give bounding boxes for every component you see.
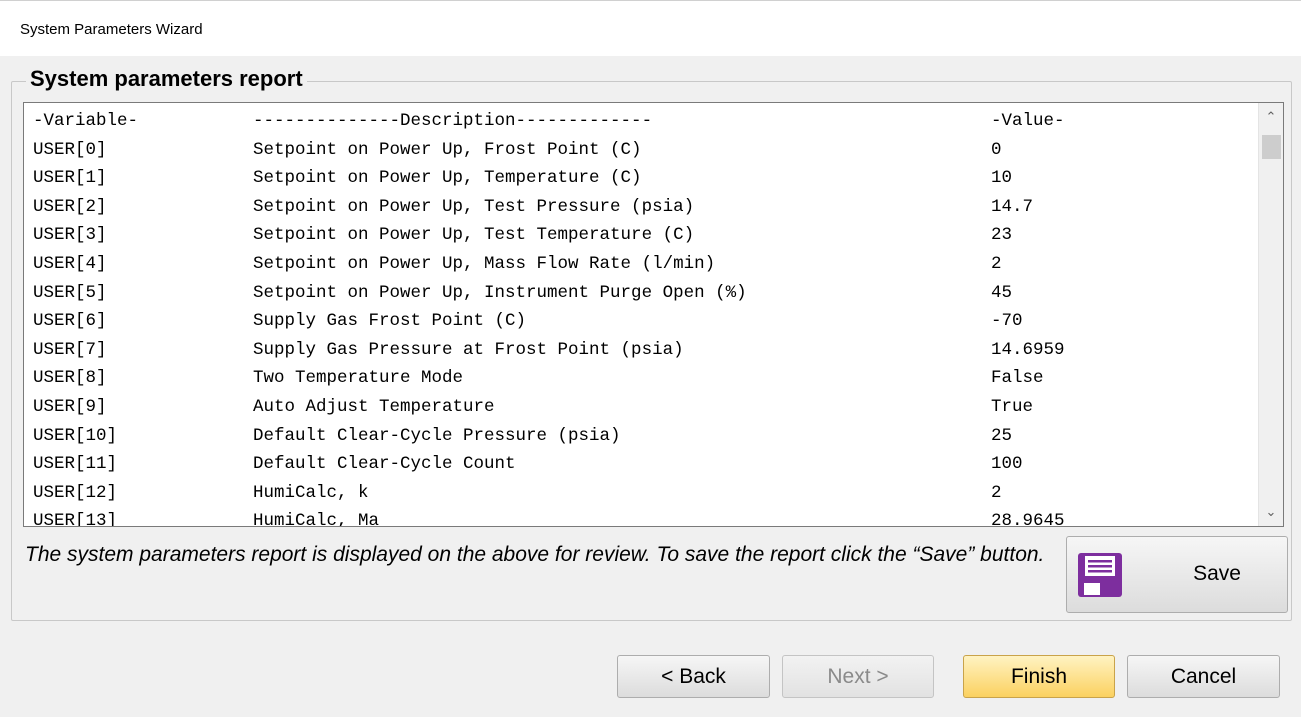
row-variable: USER[3] — [33, 225, 107, 246]
row-variable: USER[12] — [33, 482, 118, 503]
row-description: Setpoint on Power Up, Temperature (C) — [253, 168, 642, 189]
row-value: 14.6959 — [991, 339, 1065, 360]
back-button[interactable]: < Back — [617, 655, 770, 698]
row-variable: USER[10] — [33, 425, 118, 446]
report-textbox[interactable]: -Variable- --------------Description----… — [23, 102, 1284, 527]
row-value: 25 — [991, 425, 1013, 446]
report-row: USER[3] Setpoint on Power Up, Test Tempe… — [33, 221, 1253, 250]
row-description: Supply Gas Pressure at Frost Point (psia… — [253, 339, 684, 360]
row-description: HumiCalc, k — [253, 482, 369, 503]
row-variable: USER[4] — [33, 253, 107, 274]
row-value: False — [991, 368, 1044, 389]
header-description: --------------Description------------- — [253, 111, 653, 131]
finish-button[interactable]: Finish — [963, 655, 1115, 698]
row-value: 2 — [991, 482, 1002, 503]
row-description: Setpoint on Power Up, Mass Flow Rate (l/… — [253, 253, 716, 274]
vertical-scrollbar[interactable]: ⌃ ⌄ — [1258, 103, 1283, 526]
row-description: Supply Gas Frost Point (C) — [253, 311, 527, 332]
title-bar: System Parameters Wizard — [0, 0, 1301, 56]
report-rows: -Variable- --------------Description----… — [33, 107, 1253, 527]
row-variable: USER[8] — [33, 368, 107, 389]
row-value: 10 — [991, 168, 1013, 189]
report-row: USER[13] HumiCalc, Ma 28.9645 — [33, 507, 1253, 527]
row-variable: USER[13] — [33, 511, 118, 527]
window-title: System Parameters Wizard — [20, 21, 203, 38]
row-variable: USER[7] — [33, 339, 107, 360]
save-button-label: Save — [1193, 562, 1241, 585]
row-variable: USER[5] — [33, 282, 107, 303]
row-value: -70 — [991, 311, 1023, 332]
row-description: Setpoint on Power Up, Test Temperature (… — [253, 225, 695, 246]
row-description: Setpoint on Power Up, Frost Point (C) — [253, 139, 642, 160]
row-value: 0 — [991, 139, 1002, 160]
row-value: True — [991, 396, 1034, 417]
report-row: USER[10] Default Clear-Cycle Pressure (p… — [33, 422, 1253, 451]
save-button[interactable]: Save — [1066, 536, 1288, 613]
row-value: 45 — [991, 282, 1013, 303]
scrollbar-thumb[interactable] — [1262, 135, 1281, 159]
row-value: 28.9645 — [991, 511, 1065, 527]
row-description: Setpoint on Power Up, Test Pressure (psi… — [253, 196, 695, 217]
report-row: USER[6] Supply Gas Frost Point (C) -70 — [33, 307, 1253, 336]
report-row: USER[0] Setpoint on Power Up, Frost Poin… — [33, 136, 1253, 165]
row-description: HumiCalc, Ma — [253, 511, 380, 527]
row-value: 100 — [991, 454, 1023, 475]
report-row: USER[12] HumiCalc, k 2 — [33, 479, 1253, 508]
floppy-disk-icon — [1078, 553, 1122, 597]
row-description: Default Clear-Cycle Count — [253, 454, 516, 475]
row-variable: USER[0] — [33, 139, 107, 160]
row-description: Two Temperature Mode — [253, 368, 464, 389]
row-description: Auto Adjust Temperature — [253, 396, 495, 417]
report-row: USER[8] Two Temperature Mode False — [33, 364, 1253, 393]
header-variable: -Variable- — [33, 111, 139, 131]
report-header-row: -Variable- --------------Description----… — [33, 107, 1253, 136]
row-value: 2 — [991, 253, 1002, 274]
report-row: USER[2] Setpoint on Power Up, Test Press… — [33, 193, 1253, 222]
cancel-button[interactable]: Cancel — [1127, 655, 1280, 698]
report-row: USER[7] Supply Gas Pressure at Frost Poi… — [33, 336, 1253, 365]
report-row: USER[9] Auto Adjust Temperature True — [33, 393, 1253, 422]
row-variable: USER[9] — [33, 396, 107, 417]
row-description: Default Clear-Cycle Pressure (psia) — [253, 425, 621, 446]
header-value: -Value- — [991, 111, 1065, 131]
next-button[interactable]: Next > — [782, 655, 934, 698]
instruction-text: The system parameters report is displaye… — [25, 543, 1045, 566]
group-legend: System parameters report — [26, 64, 307, 94]
row-variable: USER[1] — [33, 168, 107, 189]
report-row: USER[4] Setpoint on Power Up, Mass Flow … — [33, 250, 1253, 279]
row-variable: USER[11] — [33, 454, 118, 475]
row-description: Setpoint on Power Up, Instrument Purge O… — [253, 282, 747, 303]
row-variable: USER[6] — [33, 311, 107, 332]
report-row: USER[11] Default Clear-Cycle Count 100 — [33, 450, 1253, 479]
row-variable: USER[2] — [33, 196, 107, 217]
report-row: USER[5] Setpoint on Power Up, Instrument… — [33, 279, 1253, 308]
chevron-down-icon[interactable]: ⌄ — [1259, 502, 1283, 522]
row-value: 23 — [991, 225, 1013, 246]
chevron-up-icon[interactable]: ⌃ — [1259, 107, 1283, 127]
row-value: 14.7 — [991, 196, 1034, 217]
report-row: USER[1] Setpoint on Power Up, Temperatur… — [33, 164, 1253, 193]
